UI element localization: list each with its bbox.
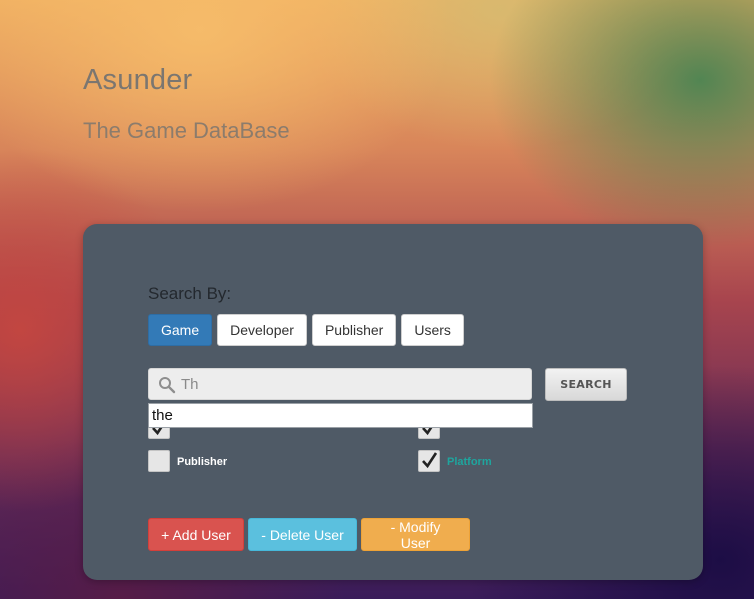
- search-input[interactable]: [181, 370, 521, 398]
- autocomplete-option[interactable]: the: [152, 404, 532, 427]
- filter-checkbox-publisher[interactable]: [148, 450, 170, 472]
- add-user-button[interactable]: + Add User: [148, 518, 244, 551]
- search-box[interactable]: [148, 368, 532, 400]
- app-subtitle: The Game DataBase: [83, 118, 290, 143]
- search-panel: Search By: Game Developer Publisher User…: [83, 224, 703, 580]
- filter-label-publisher: Publisher: [177, 456, 228, 468]
- app-title: Asunder: [83, 64, 193, 96]
- filter-label-platform: Platform: [447, 456, 492, 468]
- delete-user-button[interactable]: - Delete User: [248, 518, 357, 551]
- search-type-tabs: Game Developer Publisher Users: [148, 314, 464, 346]
- autocomplete-dropdown: the: [148, 403, 533, 428]
- tab-developer[interactable]: Developer: [217, 314, 307, 346]
- tab-game[interactable]: Game: [148, 314, 213, 346]
- tab-publisher[interactable]: Publisher: [311, 314, 397, 346]
- modify-user-button[interactable]: - Modify User: [361, 518, 470, 551]
- filter-checkbox-platform[interactable]: [418, 450, 440, 472]
- checkmark-icon: [422, 452, 438, 469]
- search-button[interactable]: SEARCH: [545, 368, 627, 401]
- search-by-label: Search By:: [148, 284, 232, 303]
- tab-users[interactable]: Users: [401, 314, 464, 346]
- search-icon: [158, 376, 176, 394]
